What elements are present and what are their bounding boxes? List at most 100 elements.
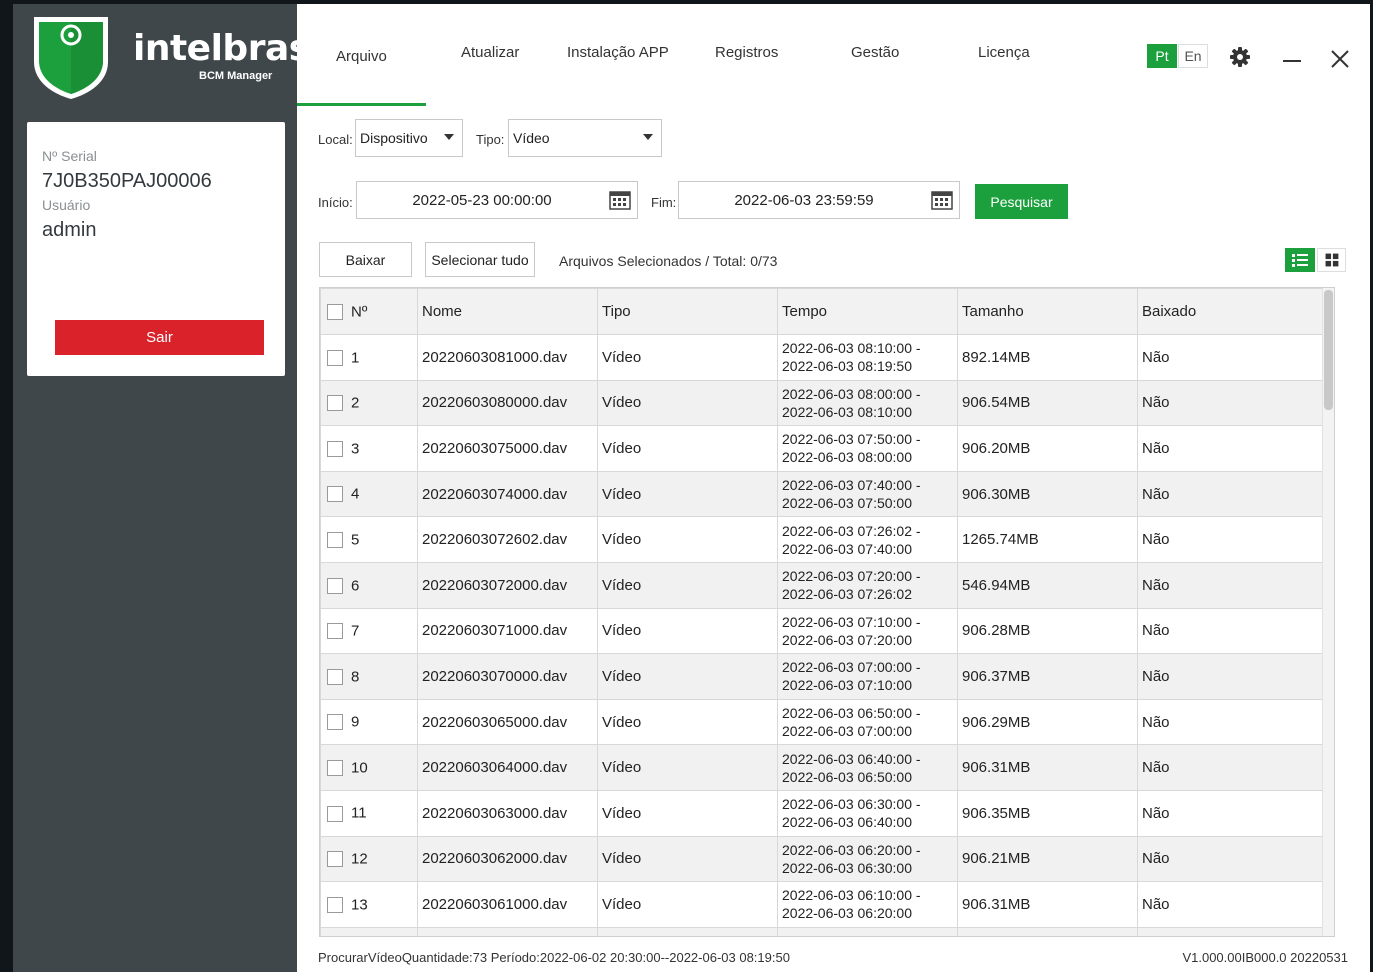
table-row[interactable]: 12 20220603062000.dav Vídeo 2022-06-03 06:2…	[320, 835, 1325, 883]
cell-time: 2022-06-03 07:40:00 -2022-06-03 07:50:00	[777, 470, 958, 518]
header-size[interactable]: Tamanho	[957, 288, 1138, 335]
active-tab-indicator	[297, 103, 426, 106]
cell-size: 906.37MB	[957, 653, 1138, 700]
table-row[interactable]: 1 20220603081000.dav Vídeo 2022-06-03 08:10…	[320, 334, 1325, 381]
select-all-checkbox[interactable]	[327, 303, 343, 320]
local-select[interactable]: Dispositivo	[355, 119, 463, 157]
tipo-select-value: Vídeo	[513, 130, 550, 146]
cell-downloaded: Não	[1137, 425, 1325, 472]
inicio-date-field[interactable]: 2022-05-23 00:00:00	[356, 181, 638, 219]
tab-gestao[interactable]: Gestão	[851, 44, 899, 61]
gear-icon[interactable]	[1227, 44, 1253, 70]
lang-en-button[interactable]: En	[1178, 44, 1208, 68]
row-checkbox[interactable]	[327, 395, 343, 412]
cell-downloaded: Não	[1137, 379, 1325, 427]
time-end: 2022-06-03 07:00:00	[782, 723, 912, 740]
row-checkbox[interactable]	[327, 486, 343, 503]
row-checkbox[interactable]	[327, 440, 343, 457]
select-all-button[interactable]: Selecionar tudo	[425, 242, 535, 277]
tipo-select[interactable]: Vídeo	[508, 119, 662, 157]
table-row[interactable]: 2 20220603080000.dav Vídeo 2022-06-03 08:00…	[320, 379, 1325, 427]
grid-view-icon[interactable]	[1317, 248, 1346, 272]
row-checkbox[interactable]	[327, 531, 343, 548]
close-icon[interactable]	[1327, 44, 1353, 70]
time-start: 2022-06-03 08:00:00 -	[782, 385, 921, 402]
search-button[interactable]: Pesquisar	[975, 184, 1068, 219]
cell-number: 11	[320, 789, 418, 837]
list-view-icon[interactable]	[1285, 248, 1315, 272]
fim-date-value: 2022-06-03 23:59:59	[734, 191, 874, 209]
fim-date-field[interactable]: 2022-06-03 23:59:59	[678, 181, 960, 219]
table-row[interactable]: 5 20220603072602.dav Vídeo 2022-06-03 07:26…	[320, 516, 1325, 563]
row-checkbox[interactable]	[327, 714, 343, 731]
cell-name: 20220603074000.dav	[417, 470, 598, 518]
cell-name: 20220603065000.dav	[417, 698, 598, 746]
row-checkbox[interactable]	[327, 851, 343, 868]
shield-logo-icon	[34, 17, 108, 99]
time-start: 2022-06-03 07:20:00 -	[782, 568, 921, 585]
time-end: 2022-06-03 08:10:00	[782, 403, 912, 420]
table-row[interactable]: 14 2022-06-03 05:50:20 -	[320, 926, 1325, 936]
tab-licenca[interactable]: Licença	[978, 44, 1030, 61]
status-search-info: ProcurarVídeoQuantidade:73 Período:2022-…	[318, 950, 790, 965]
table-row[interactable]: 8 20220603070000.dav Vídeo 2022-06-03 07:00…	[320, 653, 1325, 700]
header-time[interactable]: Tempo	[777, 288, 958, 335]
row-number: 2	[351, 394, 360, 412]
cell-name	[417, 926, 598, 936]
cell-name: 20220603070000.dav	[417, 653, 598, 700]
row-checkbox[interactable]	[327, 349, 343, 366]
time-end: 2022-06-03 08:00:00	[782, 449, 912, 466]
row-checkbox[interactable]	[327, 805, 343, 822]
header-name[interactable]: Nome	[417, 288, 598, 335]
row-checkbox[interactable]	[327, 668, 343, 685]
download-button[interactable]: Baixar	[319, 242, 412, 277]
row-number: 12	[351, 850, 368, 868]
table-row[interactable]: 10 20220603064000.dav Vídeo 2022-06-03 06:4…	[320, 744, 1325, 791]
cell-type: Vídeo	[597, 653, 778, 700]
tab-registros[interactable]: Registros	[715, 44, 778, 61]
table-row[interactable]: 11 20220603063000.dav Vídeo 2022-06-03 06:3…	[320, 789, 1325, 837]
table-row[interactable]: 3 20220603075000.dav Vídeo 2022-06-03 07:50…	[320, 425, 1325, 472]
brand-name: intelbras	[133, 28, 310, 69]
local-label: Local:	[318, 132, 353, 147]
table-row[interactable]: 4 20220603074000.dav Vídeo 2022-06-03 07:40…	[320, 470, 1325, 518]
table-row[interactable]: 6 20220603072000.dav Vídeo 2022-06-03 07:20…	[320, 561, 1325, 609]
calendar-icon[interactable]	[931, 190, 953, 210]
tab-atualizar[interactable]: Atualizar	[461, 44, 519, 61]
table-row[interactable]: 7 20220603071000.dav Vídeo 2022-06-03 07:10…	[320, 607, 1325, 655]
tab-instalacao-app[interactable]: Instalação APP	[567, 44, 669, 61]
cell-size: 906.20MB	[957, 425, 1138, 472]
table-row[interactable]: 13 20220603061000.dav Vídeo 2022-06-03 06:1…	[320, 881, 1325, 928]
calendar-icon[interactable]	[609, 190, 631, 210]
cell-time: 2022-06-03 06:50:00 -2022-06-03 07:00:00	[777, 698, 958, 746]
cell-time: 2022-06-03 06:20:00 -2022-06-03 06:30:00	[777, 835, 958, 883]
caret-down-icon	[444, 134, 454, 140]
tipo-label: Tipo:	[476, 132, 505, 147]
time-end: 2022-06-03 07:20:00	[782, 631, 912, 648]
cell-downloaded: Não	[1137, 516, 1325, 563]
tab-arquivo[interactable]: Arquivo	[336, 48, 387, 65]
cell-downloaded: Não	[1137, 835, 1325, 883]
header-downloaded[interactable]: Baixado	[1137, 288, 1325, 335]
cell-type: Vídeo	[597, 698, 778, 746]
row-checkbox[interactable]	[327, 759, 343, 776]
time-start: 2022-06-03 06:20:00 -	[782, 841, 921, 858]
table-header-row: Nº Nome Tipo Tempo Tamanho Baixado	[320, 288, 1325, 335]
cell-number: 9	[320, 698, 418, 746]
table-row[interactable]: 9 20220603065000.dav Vídeo 2022-06-03 06:50…	[320, 698, 1325, 746]
logout-button[interactable]: Sair	[55, 320, 264, 355]
scrollbar-thumb[interactable]	[1324, 290, 1333, 410]
brand-logo: intelbras BCM Manager	[31, 14, 310, 104]
row-checkbox[interactable]	[327, 577, 343, 594]
time-end: 2022-06-03 08:19:50	[782, 358, 912, 375]
cell-name: 20220603061000.dav	[417, 881, 598, 928]
row-checkbox[interactable]	[327, 896, 343, 913]
minimize-icon[interactable]	[1279, 44, 1305, 70]
header-type[interactable]: Tipo	[597, 288, 778, 335]
row-checkbox[interactable]	[327, 623, 343, 640]
cell-type: Vídeo	[597, 425, 778, 472]
lang-pt-button[interactable]: Pt	[1147, 44, 1177, 68]
table-scrollbar[interactable]	[1322, 288, 1334, 936]
cell-downloaded: Não	[1137, 607, 1325, 655]
cell-number: 2	[320, 379, 418, 427]
